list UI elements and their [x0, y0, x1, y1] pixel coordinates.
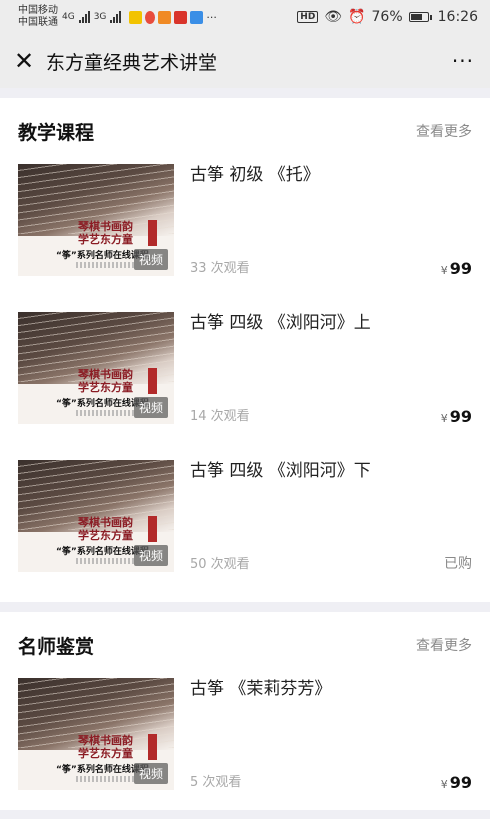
- more-notifications-icon: ···: [206, 10, 217, 24]
- video-badge: 视频: [133, 545, 168, 566]
- course-thumbnail: 琴棋书画韵 学艺东方童 “筝”系列名师在线课程 视频: [18, 678, 174, 790]
- course-info: 古筝 初级 《托》 33 次观看 ¥99: [190, 164, 472, 278]
- app-notification-icon: [190, 10, 204, 24]
- network-type-1: 4G: [62, 12, 75, 22]
- course-price: ¥99: [441, 407, 472, 426]
- course-title: 古筝 四级 《浏阳河》上: [190, 313, 371, 333]
- course-item[interactable]: 琴棋书画韵 学艺东方童 “筝”系列名师在线课程 视频 古筝 《茉莉芬芳》 5 次…: [18, 678, 472, 810]
- status-right: HD 👁 ⏰ 76% 16:26: [297, 9, 478, 25]
- section-title: 名师鉴赏: [18, 635, 95, 658]
- hd-icon: HD: [297, 11, 319, 23]
- map-pin-icon: [145, 10, 156, 24]
- course-price: ¥99: [441, 259, 472, 278]
- app-notification-icon: [174, 10, 188, 24]
- signal-icon: [110, 11, 122, 23]
- video-badge: 视频: [133, 397, 168, 418]
- section-header: 名师鉴赏 查看更多: [18, 612, 472, 678]
- view-count: 14 次观看: [190, 409, 250, 424]
- course-thumbnail: 琴棋书画韵 学艺东方童 “筝”系列名师在线课程 视频: [18, 312, 174, 424]
- nav-bar: ✕ 东方童经典艺术讲堂 ···: [0, 34, 490, 88]
- course-item[interactable]: 琴棋书画韵 学艺东方童 “筝”系列名师在线课程 视频 古筝 四级 《浏阳河》上 …: [18, 312, 472, 460]
- thumbnail-calligraphy: 琴棋书画韵 学艺东方童: [78, 220, 133, 246]
- more-menu-icon[interactable]: ···: [452, 49, 474, 73]
- view-more-link[interactable]: 查看更多: [416, 635, 472, 655]
- course-title: 古筝 《茉莉芬芳》: [190, 679, 332, 699]
- teaching-section: 教学课程 查看更多 琴棋书画韵 学艺东方童 “筝”系列名师在线课程 视频 古筝 …: [0, 98, 490, 602]
- course-info: 古筝 《茉莉芬芳》 5 次观看 ¥99: [190, 678, 472, 792]
- view-more-link[interactable]: 查看更多: [416, 121, 472, 141]
- seal-stamp: [148, 368, 157, 394]
- seal-stamp: [148, 516, 157, 542]
- course-thumbnail: 琴棋书画韵 学艺东方童 “筝”系列名师在线课程 视频: [18, 164, 174, 276]
- section-header: 教学课程 查看更多: [18, 98, 472, 164]
- clock: 16:26: [437, 9, 478, 25]
- thumbnail-calligraphy: 琴棋书画韵 学艺东方童: [78, 368, 133, 394]
- video-badge: 视频: [133, 763, 168, 784]
- currency-symbol: ¥: [440, 412, 448, 425]
- course-info: 古筝 四级 《浏阳河》上 14 次观看 ¥99: [190, 312, 472, 426]
- network-type-2: 3G: [93, 12, 107, 22]
- video-badge: 视频: [133, 249, 168, 270]
- app-notification-icon: [129, 10, 143, 24]
- notification-icons: ···: [129, 10, 217, 24]
- seal-stamp: [148, 734, 157, 760]
- seal-stamp: [148, 220, 157, 246]
- signal-icon: [78, 11, 90, 23]
- thumbnail-calligraphy: 琴棋书画韵 学艺东方童: [78, 734, 133, 760]
- currency-symbol: ¥: [440, 264, 448, 277]
- status-left: 中国移动 中国联通 4G 3G ···: [18, 5, 217, 29]
- view-count: 33 次观看: [190, 261, 250, 276]
- carrier-names: 中国移动 中国联通: [18, 5, 58, 29]
- course-title: 古筝 初级 《托》: [190, 165, 320, 185]
- course-thumbnail: 琴棋书画韵 学艺东方童 “筝”系列名师在线课程 视频: [18, 460, 174, 572]
- price-value: 99: [449, 259, 472, 278]
- carrier-1: 中国移动: [18, 5, 58, 16]
- course-item[interactable]: 琴棋书画韵 学艺东方童 “筝”系列名师在线课程 视频 古筝 初级 《托》 33 …: [18, 164, 472, 312]
- view-count: 5 次观看: [190, 775, 242, 790]
- close-icon[interactable]: ✕: [14, 49, 44, 73]
- course-price: ¥99: [441, 773, 472, 792]
- masters-section: 名师鉴赏 查看更多 琴棋书画韵 学艺东方童 “筝”系列名师在线课程 视频 古筝 …: [0, 612, 490, 810]
- thumbnail-calligraphy: 琴棋书画韵 学艺东方童: [78, 516, 133, 542]
- section-title: 教学课程: [18, 121, 95, 144]
- page-title: 东方童经典艺术讲堂: [46, 51, 218, 74]
- app-notification-icon: [158, 10, 172, 24]
- alarm-icon: ⏰: [348, 9, 366, 25]
- course-item[interactable]: 琴棋书画韵 学艺东方童 “筝”系列名师在线课程 视频 古筝 四级 《浏阳河》下 …: [18, 460, 472, 602]
- eye-icon: 👁: [324, 9, 343, 25]
- carrier-2: 中国联通: [18, 17, 58, 28]
- status-bar: 中国移动 中国联通 4G 3G ··· HD 👁 ⏰ 76% 16:26: [0, 0, 490, 34]
- purchased-status: 已购: [444, 556, 472, 572]
- price-value: 99: [449, 773, 472, 792]
- battery-percent: 76%: [371, 9, 403, 25]
- course-title: 古筝 四级 《浏阳河》下: [190, 461, 371, 481]
- currency-symbol: ¥: [440, 778, 448, 791]
- view-count: 50 次观看: [190, 557, 250, 572]
- course-info: 古筝 四级 《浏阳河》下 50 次观看 已购: [190, 460, 472, 572]
- battery-icon: [408, 12, 432, 22]
- price-value: 99: [449, 407, 472, 426]
